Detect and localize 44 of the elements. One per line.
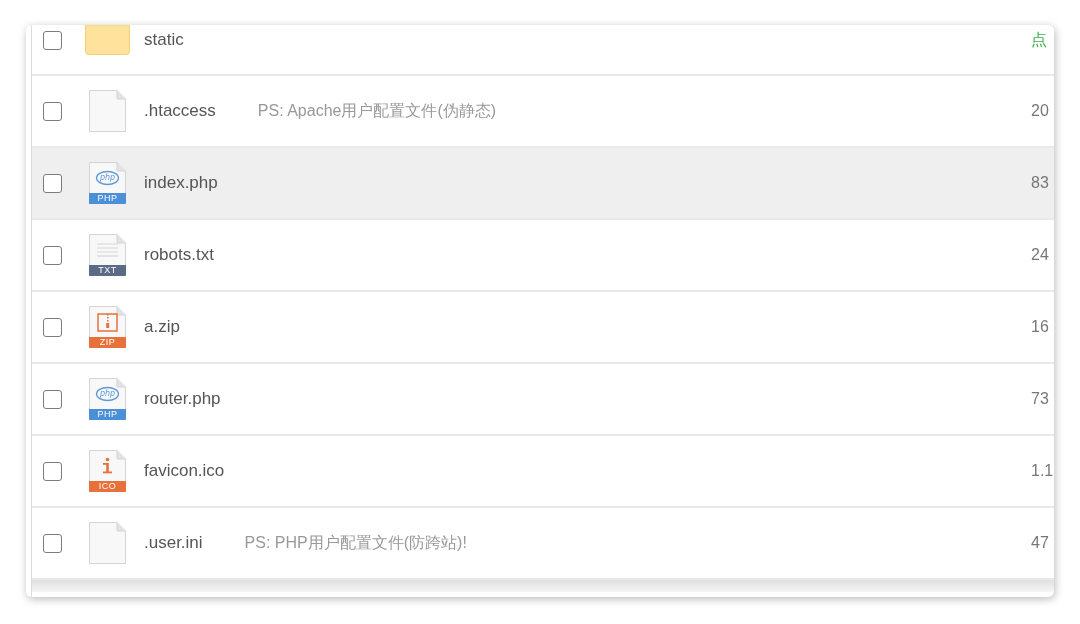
row-checkbox[interactable] (43, 173, 62, 193)
file-name[interactable]: router.php (144, 389, 221, 409)
file-name[interactable]: .htaccess (144, 101, 216, 121)
row-checkbox[interactable] (43, 101, 62, 121)
file-size: 47 (1031, 533, 1050, 553)
file-note: PS: Apache用户配置文件(伪静态) (257, 101, 497, 121)
file-size: 16 (1031, 317, 1050, 337)
file-type-label: ICO (89, 481, 126, 492)
blank-file-icon (89, 90, 126, 132)
row-checkbox[interactable] (43, 31, 62, 50)
file-name[interactable]: favicon.ico (144, 461, 225, 481)
file-name[interactable]: index.php (144, 173, 218, 193)
row-checkbox[interactable] (43, 533, 62, 553)
blank-file-icon (89, 522, 126, 564)
file-name[interactable]: .user.ini (144, 533, 203, 553)
row-checkbox[interactable] (43, 245, 62, 265)
row-checkbox[interactable] (43, 317, 62, 337)
file-row[interactable]: static 点 (32, 25, 1054, 76)
logo-text: php (98, 173, 117, 183)
file-type-label: PHP (89, 409, 126, 420)
file-note: PS: PHP用户配置文件(防跨站)! (244, 533, 467, 553)
file-row[interactable]: TXT robots.txt 24 (32, 220, 1054, 292)
folder-icon (85, 25, 130, 55)
file-type-label: ZIP (89, 337, 126, 348)
row-checkbox[interactable] (43, 389, 62, 409)
file-row[interactable]: .htaccess PS: Apache用户配置文件(伪静态) 20 (32, 76, 1054, 148)
file-size: 20 (1031, 101, 1050, 121)
file-size: 1.1 (1031, 461, 1054, 481)
file-row[interactable]: php PHP index.php 83 (32, 148, 1054, 220)
file-size: 24 (1031, 245, 1050, 265)
logo-text: php (98, 389, 117, 399)
file-row[interactable]: php PHP router.php 73 (32, 364, 1054, 436)
horizontal-scrollbar[interactable] (32, 580, 1054, 592)
file-size: 83 (1031, 173, 1050, 193)
file-row[interactable]: ICO favicon.ico 1.1 (32, 436, 1054, 508)
file-type-label: PHP (89, 193, 126, 204)
file-type-label: TXT (89, 265, 126, 276)
row-checkbox[interactable] (43, 461, 62, 481)
file-name[interactable]: a.zip (144, 317, 180, 337)
file-name[interactable]: static (144, 30, 184, 50)
file-row[interactable]: .user.ini PS: PHP用户配置文件(防跨站)! 47 (32, 508, 1054, 580)
file-name[interactable]: robots.txt (144, 245, 214, 265)
file-size: 73 (1031, 389, 1050, 409)
file-row[interactable]: ZIP a.zip 16 (32, 292, 1054, 364)
